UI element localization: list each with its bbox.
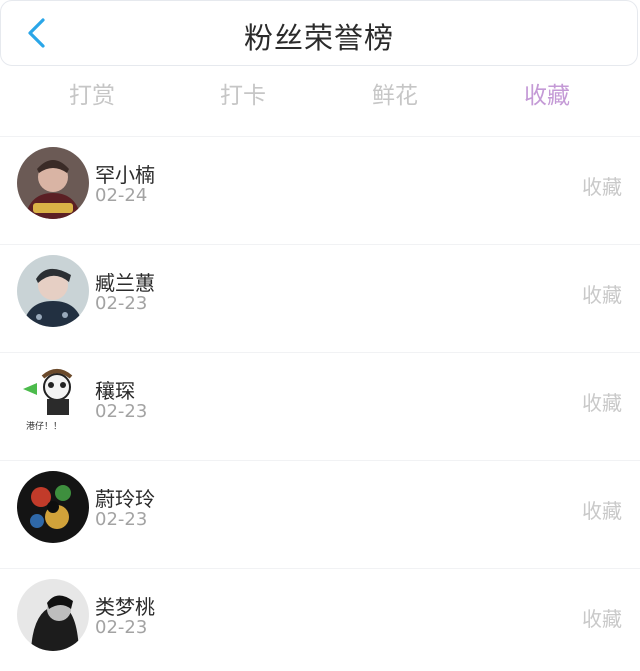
fan-name: 穰琛 <box>95 379 135 403</box>
favorite-label[interactable]: 收藏 <box>582 387 622 416</box>
fan-list: 罕小楠 02-24 收藏 臧兰蕙 02-23 收藏 港仔！！ 穰琛 02-23 … <box>0 136 640 671</box>
tab-bar: 打赏 打卡 鲜花 收藏 <box>0 70 640 114</box>
favorite-label[interactable]: 收藏 <box>582 171 622 200</box>
list-item[interactable]: 蔚玲玲 02-23 收藏 <box>0 460 640 568</box>
fan-date: 02-23 <box>95 509 148 530</box>
fan-date: 02-23 <box>95 617 148 638</box>
list-item[interactable]: 类梦桃 02-23 收藏 <box>0 568 640 671</box>
avatar: 港仔！！ <box>17 363 89 435</box>
page-title: 粉丝荣誉榜 <box>243 21 394 55</box>
list-item[interactable]: 罕小楠 02-24 收藏 <box>0 136 640 244</box>
fan-name: 类梦桃 <box>95 595 155 619</box>
favorite-label[interactable]: 收藏 <box>582 279 622 308</box>
tab-favorites[interactable]: 收藏 <box>497 76 597 110</box>
avatar <box>17 147 89 219</box>
tab-flowers[interactable]: 鲜花 <box>345 76 445 110</box>
fan-name: 臧兰蕙 <box>95 271 155 295</box>
app-root: 粉丝荣誉榜 打赏 打卡 鲜花 收藏 罕小楠 02-24 收藏 臧兰蕙 02-23… <box>0 0 640 671</box>
fan-name: 蔚玲玲 <box>95 487 155 511</box>
fan-date: 02-24 <box>95 185 148 206</box>
avatar <box>17 579 89 651</box>
fan-name: 罕小楠 <box>95 163 155 187</box>
tab-checkin[interactable]: 打卡 <box>193 76 293 110</box>
list-item[interactable]: 臧兰蕙 02-23 收藏 <box>0 244 640 352</box>
favorite-label[interactable]: 收藏 <box>582 495 622 524</box>
tab-reward[interactable]: 打赏 <box>42 76 142 110</box>
list-item[interactable]: 港仔！！ 穰琛 02-23 收藏 <box>0 352 640 460</box>
favorite-label[interactable]: 收藏 <box>582 603 622 632</box>
fan-date: 02-23 <box>95 293 148 314</box>
avatar <box>17 255 89 327</box>
fan-date: 02-23 <box>95 401 148 422</box>
svg-text:港仔！！: 港仔！！ <box>26 420 62 432</box>
header-bar: 粉丝荣誉榜 <box>0 0 638 66</box>
avatar <box>17 471 89 543</box>
